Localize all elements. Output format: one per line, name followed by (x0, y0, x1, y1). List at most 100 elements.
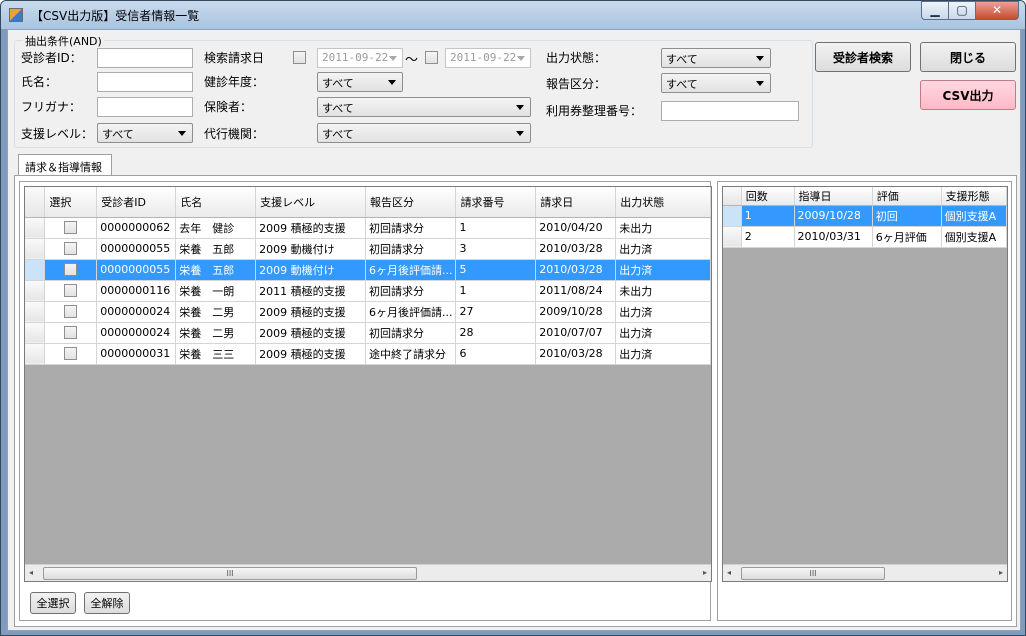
tab-billing-guidance[interactable]: 請求＆指導情報 (18, 154, 112, 176)
cell-report-type: 途中終了請求分 (365, 343, 457, 365)
table-row[interactable]: 0000000024 栄養 二男 2009 積極的支援 6ヶ月後評価請... 2… (25, 301, 711, 323)
close-window-button[interactable]: ✕ (975, 1, 1019, 20)
row-checkbox-cell[interactable] (44, 280, 98, 302)
row-header[interactable] (25, 280, 46, 302)
claims-grid[interactable]: 選択 受診者ID 氏名 支援レベル 報告区分 請求番号 請求日 出力状態 000… (24, 186, 712, 582)
minimize-button[interactable]: ▁ (921, 1, 949, 20)
scroll-left-icon[interactable]: ◂ (727, 568, 731, 577)
claims-scroll-thumb[interactable]: III (43, 567, 417, 580)
row-checkbox[interactable] (64, 221, 78, 235)
select-all-button[interactable]: 全選択 (30, 592, 76, 614)
cell-guidance-date: 2010/03/31 (794, 226, 873, 248)
table-row[interactable]: 0000000062 去年 健診 2009 積極的支援 初回請求分 1 2010… (25, 217, 711, 239)
date-to-checkbox[interactable] (425, 51, 438, 64)
cell-name: 栄養 二男 (175, 301, 257, 323)
report-type-select[interactable]: すべて (661, 73, 771, 93)
row-checkbox-cell[interactable] (44, 238, 98, 260)
output-state-select[interactable]: すべて (661, 48, 771, 68)
cell-patient-id: 0000000055 (96, 238, 177, 260)
close-button[interactable]: 閉じる (920, 42, 1016, 72)
support-level-select[interactable]: すべて (97, 123, 193, 143)
col-support-form[interactable]: 支援形態 (941, 187, 1007, 206)
kana-input[interactable] (97, 97, 193, 117)
row-checkbox[interactable] (64, 284, 78, 298)
tab-panel: 選択 受診者ID 氏名 支援レベル 報告区分 請求番号 請求日 出力状態 000… (14, 175, 1017, 627)
guidance-scroll-thumb[interactable]: III (741, 567, 885, 580)
cell-support-level: 2009 動機付け (255, 238, 366, 260)
cell-evaluation: 初回 (872, 205, 942, 227)
row-header[interactable] (25, 301, 46, 323)
row-header[interactable] (723, 226, 742, 248)
col-output-state[interactable]: 出力状態 (615, 187, 711, 218)
chevron-down-icon (517, 56, 525, 61)
agency-select[interactable]: すべて (317, 123, 531, 143)
date-to-picker[interactable]: 2011-09-22 (445, 48, 531, 68)
row-checkbox[interactable] (64, 305, 78, 319)
cell-support-level: 2009 積極的支援 (255, 217, 366, 239)
table-row-selected[interactable]: 0000000055 栄養 五郎 2009 動機付け 6ヶ月後評価請... 5 … (25, 259, 711, 281)
col-claim-date[interactable]: 請求日 (535, 187, 617, 218)
row-header[interactable] (25, 217, 46, 239)
table-row[interactable]: 0000000024 栄養 二男 2009 積極的支援 初回請求分 28 201… (25, 322, 711, 344)
row-checkbox[interactable] (64, 263, 78, 277)
cell-patient-id: 0000000116 (96, 280, 177, 302)
scroll-left-icon[interactable]: ◂ (29, 568, 33, 577)
row-checkbox[interactable] (64, 326, 78, 340)
row-checkbox[interactable] (64, 347, 78, 361)
title-bar[interactable]: 【CSV出力版】受信者情報一覧 ▁ ▢ ✕ (1, 1, 1025, 29)
row-header[interactable] (25, 322, 46, 344)
maximize-button[interactable]: ▢ (948, 1, 976, 20)
claims-horizontal-scrollbar[interactable]: ◂ III ▸ (25, 564, 711, 581)
row-checkbox-cell[interactable] (44, 259, 98, 281)
col-guidance-date[interactable]: 指導日 (794, 187, 873, 206)
scroll-right-icon[interactable]: ▸ (999, 568, 1003, 577)
cell-count: 2 (741, 226, 795, 248)
insurer-value: すべて (322, 102, 354, 115)
guidance-grid[interactable]: 回数 指導日 評価 支援形態 1 2009/10/28 初回 個別支援A 2 2… (722, 186, 1008, 582)
col-select[interactable]: 選択 (44, 187, 98, 218)
csv-output-button[interactable]: CSV出力 (920, 80, 1016, 110)
col-patient-id[interactable]: 受診者ID (96, 187, 177, 218)
chevron-down-icon (516, 131, 524, 136)
row-checkbox-cell[interactable] (44, 301, 98, 323)
name-input[interactable] (97, 72, 193, 92)
col-report-type[interactable]: 報告区分 (365, 187, 457, 218)
date-from-picker[interactable]: 2011-09-22 (317, 48, 403, 68)
row-header[interactable] (25, 343, 46, 365)
table-row[interactable]: 2 2010/03/31 6ヶ月評価 個別支援A (723, 226, 1007, 248)
row-header[interactable] (25, 259, 46, 281)
cell-report-type: 初回請求分 (365, 238, 457, 260)
search-button[interactable]: 受診者検索 (815, 42, 911, 72)
deselect-all-button[interactable]: 全解除 (84, 592, 130, 614)
row-checkbox[interactable] (64, 242, 78, 256)
main-grid-container: 選択 受診者ID 氏名 支援レベル 報告区分 請求番号 請求日 出力状態 000… (19, 181, 712, 621)
table-row[interactable]: 0000000031 栄養 三三 2009 積極的支援 途中終了請求分 6 20… (25, 343, 711, 365)
row-header[interactable] (25, 238, 46, 260)
col-claim-no[interactable]: 請求番号 (455, 187, 537, 218)
cell-name: 栄養 二男 (175, 322, 257, 344)
fiscal-year-select[interactable]: すべて (317, 72, 403, 92)
insurer-select[interactable]: すべて (317, 97, 531, 117)
col-name[interactable]: 氏名 (175, 187, 257, 218)
scroll-right-icon[interactable]: ▸ (703, 568, 707, 577)
row-checkbox-cell[interactable] (44, 217, 98, 239)
guidance-horizontal-scrollbar[interactable]: ◂ III ▸ (723, 564, 1007, 581)
col-support-level[interactable]: 支援レベル (255, 187, 366, 218)
row-header[interactable] (723, 205, 742, 227)
col-count[interactable]: 回数 (741, 187, 795, 206)
row-checkbox-cell[interactable] (44, 322, 98, 344)
chevron-down-icon (389, 56, 397, 61)
patient-id-input[interactable] (97, 48, 193, 68)
guidance-header-row: 回数 指導日 評価 支援形態 (723, 187, 1007, 206)
date-from-checkbox[interactable] (293, 51, 306, 64)
row-checkbox-cell[interactable] (44, 343, 98, 365)
cell-claim-date: 2010/03/28 (535, 343, 617, 365)
table-row[interactable]: 0000000055 栄養 五郎 2009 動機付け 初回請求分 3 2010/… (25, 238, 711, 260)
cell-patient-id: 0000000062 (96, 217, 177, 239)
voucher-input[interactable] (661, 101, 799, 121)
cell-report-type: 6ヶ月後評価請... (365, 259, 457, 281)
cell-report-type: 初回請求分 (365, 322, 457, 344)
table-row-selected[interactable]: 1 2009/10/28 初回 個別支援A (723, 205, 1007, 227)
table-row[interactable]: 0000000116 栄養 一朗 2011 積極的支援 初回請求分 1 2011… (25, 280, 711, 302)
col-evaluation[interactable]: 評価 (872, 187, 942, 206)
